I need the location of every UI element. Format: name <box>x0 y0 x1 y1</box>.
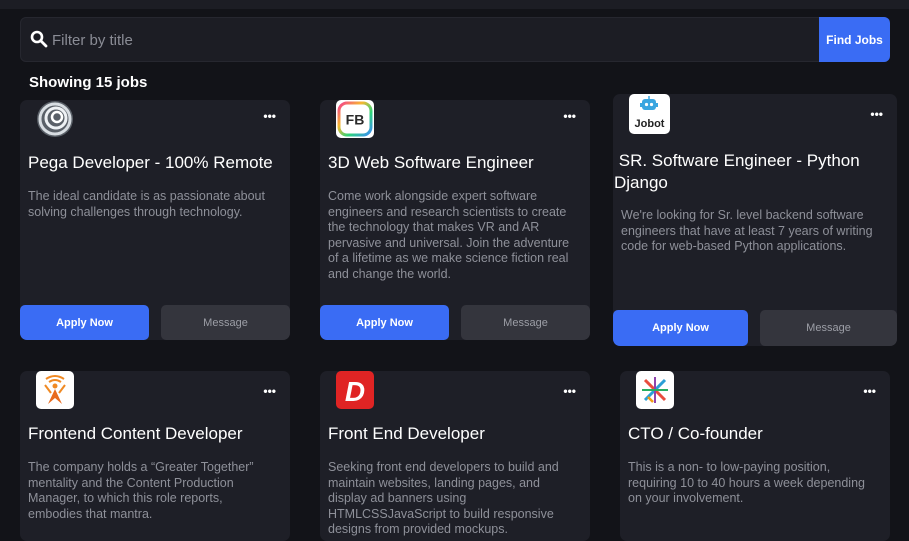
job-card: Jobot ••• SR. Software Engineer - Python… <box>613 94 897 346</box>
top-bar <box>0 0 909 9</box>
job-description: This is a non- to low-paying position, r… <box>628 460 865 505</box>
colorful-x-logo <box>636 371 674 409</box>
find-jobs-button[interactable]: Find Jobs <box>819 17 890 62</box>
job-description: The company holds a “Greater Together” m… <box>28 460 254 521</box>
job-card: ••• Pega Developer - 100% Remote The ide… <box>20 100 290 340</box>
pega-swirl-logo <box>36 100 74 138</box>
job-description: We're looking for Sr. level backend soft… <box>621 208 873 253</box>
job-card: ••• Frontend Content Developer The compa… <box>20 371 290 541</box>
d-letter-logo: D <box>336 371 374 409</box>
job-title[interactable]: SR. Software Engineer - Python Django <box>614 150 887 194</box>
search-input[interactable] <box>52 26 812 54</box>
job-description: Come work alongside expert software engi… <box>328 189 570 281</box>
job-card: FB ••• 3D Web Software Engineer Come wor… <box>320 100 590 340</box>
more-dots-icon[interactable]: ••• <box>263 385 276 397</box>
apply-now-button[interactable]: Apply Now <box>20 305 149 340</box>
job-title[interactable]: 3D Web Software Engineer <box>328 152 534 174</box>
message-button[interactable]: Message <box>161 305 290 340</box>
job-description: Seeking front end developers to build an… <box>328 460 559 536</box>
job-description: The ideal candidate is as passionate abo… <box>28 189 265 219</box>
message-button[interactable]: Message <box>461 305 590 340</box>
job-title[interactable]: Pega Developer - 100% Remote <box>28 152 273 174</box>
results-count: Showing 15 jobs <box>29 74 148 91</box>
svg-text:D: D <box>345 376 365 407</box>
apply-now-button[interactable]: Apply Now <box>320 305 449 340</box>
jobot-robot-logo: Jobot <box>629 94 670 134</box>
fb-logo: FB <box>336 100 374 138</box>
job-title[interactable]: Frontend Content Developer <box>28 423 243 445</box>
svg-text:FB: FB <box>346 112 365 128</box>
more-dots-icon[interactable]: ••• <box>263 110 276 122</box>
job-title[interactable]: Front End Developer <box>328 423 485 445</box>
search-icon <box>30 30 48 48</box>
more-dots-icon[interactable]: ••• <box>870 108 883 120</box>
signal-person-logo <box>36 371 74 409</box>
more-dots-icon[interactable]: ••• <box>563 110 576 122</box>
svg-text:Jobot: Jobot <box>635 118 665 130</box>
apply-now-button[interactable]: Apply Now <box>613 310 748 346</box>
job-card: ••• CTO / Co-founder This is a non- to l… <box>620 371 890 541</box>
more-dots-icon[interactable]: ••• <box>563 385 576 397</box>
message-button[interactable]: Message <box>760 310 897 346</box>
more-dots-icon[interactable]: ••• <box>863 385 876 397</box>
job-title[interactable]: CTO / Co-founder <box>628 423 763 445</box>
job-card: D ••• Front End Developer Seeking front … <box>320 371 590 541</box>
search-bar: Find Jobs <box>20 17 890 62</box>
